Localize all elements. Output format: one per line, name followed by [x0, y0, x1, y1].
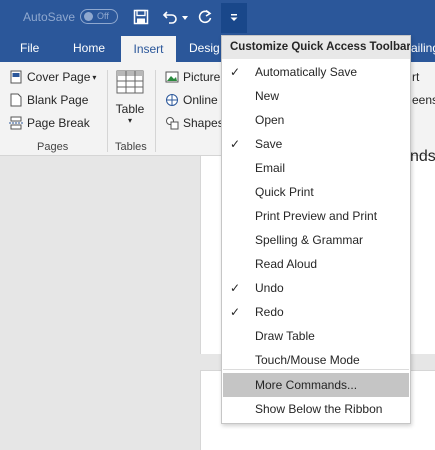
menu-item-label: Automatically Save [255, 65, 358, 79]
menu-item-automatically-save[interactable]: ✓ Automatically Save [222, 60, 410, 84]
cover-page-arrow: ▾ [92, 72, 97, 82]
table-icon [116, 70, 144, 97]
tab-file[interactable]: File [20, 41, 39, 55]
menu-item-email[interactable]: Email [222, 156, 410, 180]
blank-page-icon [9, 93, 23, 107]
table-label: Table [115, 102, 145, 116]
document-text-partial: nds [410, 148, 435, 165]
menu-item-spelling-grammar[interactable]: Spelling & Grammar [222, 228, 410, 252]
menu-item-read-aloud[interactable]: Read Aloud [222, 252, 410, 276]
menu-separator [223, 369, 409, 370]
menu-item-redo[interactable]: ✓ Redo [222, 300, 410, 324]
menu-item-label: Undo [255, 281, 284, 295]
more-commands-menu-item[interactable]: More Commands... [223, 373, 409, 397]
table-arrow: ▾ [127, 116, 132, 125]
menu-item-label: Print Preview and Print [255, 209, 378, 223]
menu-item-label: Draw Table [255, 329, 315, 343]
customize-qat-button[interactable] [221, 3, 247, 33]
screenshot-button-partial[interactable]: eensh [412, 93, 435, 107]
tab-design[interactable]: Desig [189, 41, 220, 55]
menu-header: Customize Quick Access Toolbar [222, 36, 410, 59]
pages-group-label: Pages [37, 141, 69, 153]
checkmark-icon: ✓ [229, 137, 241, 151]
tab-mailings[interactable]: ailing [411, 41, 435, 55]
pictures-label: Picture [183, 70, 221, 84]
menu-item-print-preview-and-print[interactable]: Print Preview and Print [222, 204, 410, 228]
checkmark-icon: ✓ [229, 305, 241, 319]
menu-item-quick-print[interactable]: Quick Print [222, 180, 410, 204]
cover-page-icon [9, 70, 23, 84]
show-below-ribbon-label: Show Below the Ribbon [255, 402, 383, 416]
group-divider [107, 70, 108, 152]
show-below-ribbon-menu-item[interactable]: Show Below the Ribbon [222, 397, 410, 421]
redo-icon[interactable] [195, 6, 215, 28]
menu-item-label: Save [255, 137, 283, 151]
online-pictures-icon [165, 93, 179, 107]
menu-item-draw-table[interactable]: Draw Table [222, 324, 410, 348]
autosave-label: AutoSave [23, 10, 76, 24]
more-commands-label: More Commands... [255, 378, 358, 392]
title-bar: AutoSave Off [0, 0, 435, 36]
group-divider [155, 70, 156, 152]
pictures-button[interactable]: Picture [165, 70, 220, 84]
shapes-label: Shapes [183, 116, 224, 130]
tab-home[interactable]: Home [73, 41, 105, 55]
page-break-label: Page Break [27, 116, 90, 130]
online-pictures-label: Online [183, 93, 218, 107]
blank-page-label: Blank Page [27, 93, 89, 107]
menu-item-save[interactable]: ✓ Save [222, 132, 410, 156]
undo-icon[interactable] [160, 6, 180, 28]
shapes-icon [165, 116, 179, 130]
undo-dropdown-arrow-icon[interactable] [180, 7, 190, 29]
menu-item-undo[interactable]: ✓ Undo [222, 276, 410, 300]
menu-item-label: Quick Print [255, 185, 314, 199]
autosave-toggle-knob [84, 12, 93, 21]
tab-insert[interactable]: Insert [121, 36, 176, 62]
online-pictures-button[interactable]: Online [165, 93, 218, 107]
menu-item-label: Touch/Mouse Mode [255, 353, 360, 367]
checkmark-icon: ✓ [229, 281, 241, 295]
menu-item-label: Email [255, 161, 286, 175]
ribbon-partial-text: rt [412, 70, 420, 84]
page-break-button[interactable]: Page Break [9, 116, 90, 130]
menu-item-label: Open [255, 113, 285, 127]
menu-item-open[interactable]: Open [222, 108, 410, 132]
checkmark-icon: ✓ [229, 65, 241, 79]
blank-page-button[interactable]: Blank Page [9, 93, 88, 107]
autosave-toggle[interactable]: Off [80, 9, 118, 24]
save-icon[interactable] [131, 6, 151, 28]
cover-page-label: Cover Page [27, 70, 91, 84]
menu-item-label: Read Aloud [255, 257, 318, 271]
page-break-icon [9, 116, 23, 130]
chevron-down-icon [230, 14, 238, 21]
customize-qat-menu: Customize Quick Access Toolbar ✓ Automati… [221, 35, 411, 424]
shapes-button[interactable]: Shapes [165, 116, 224, 130]
tables-group-label: Tables [115, 141, 147, 153]
table-button[interactable]: Table ▾ [115, 70, 145, 125]
menu-item-label: Redo [255, 305, 284, 319]
menu-item-label: Spelling & Grammar [255, 233, 364, 247]
cover-page-button[interactable]: Cover Page ▾ [9, 70, 96, 84]
menu-item-new[interactable]: New [222, 84, 410, 108]
menu-item-label: New [255, 89, 280, 103]
autosave-state: Off [97, 11, 109, 21]
picture-icon [165, 70, 179, 84]
